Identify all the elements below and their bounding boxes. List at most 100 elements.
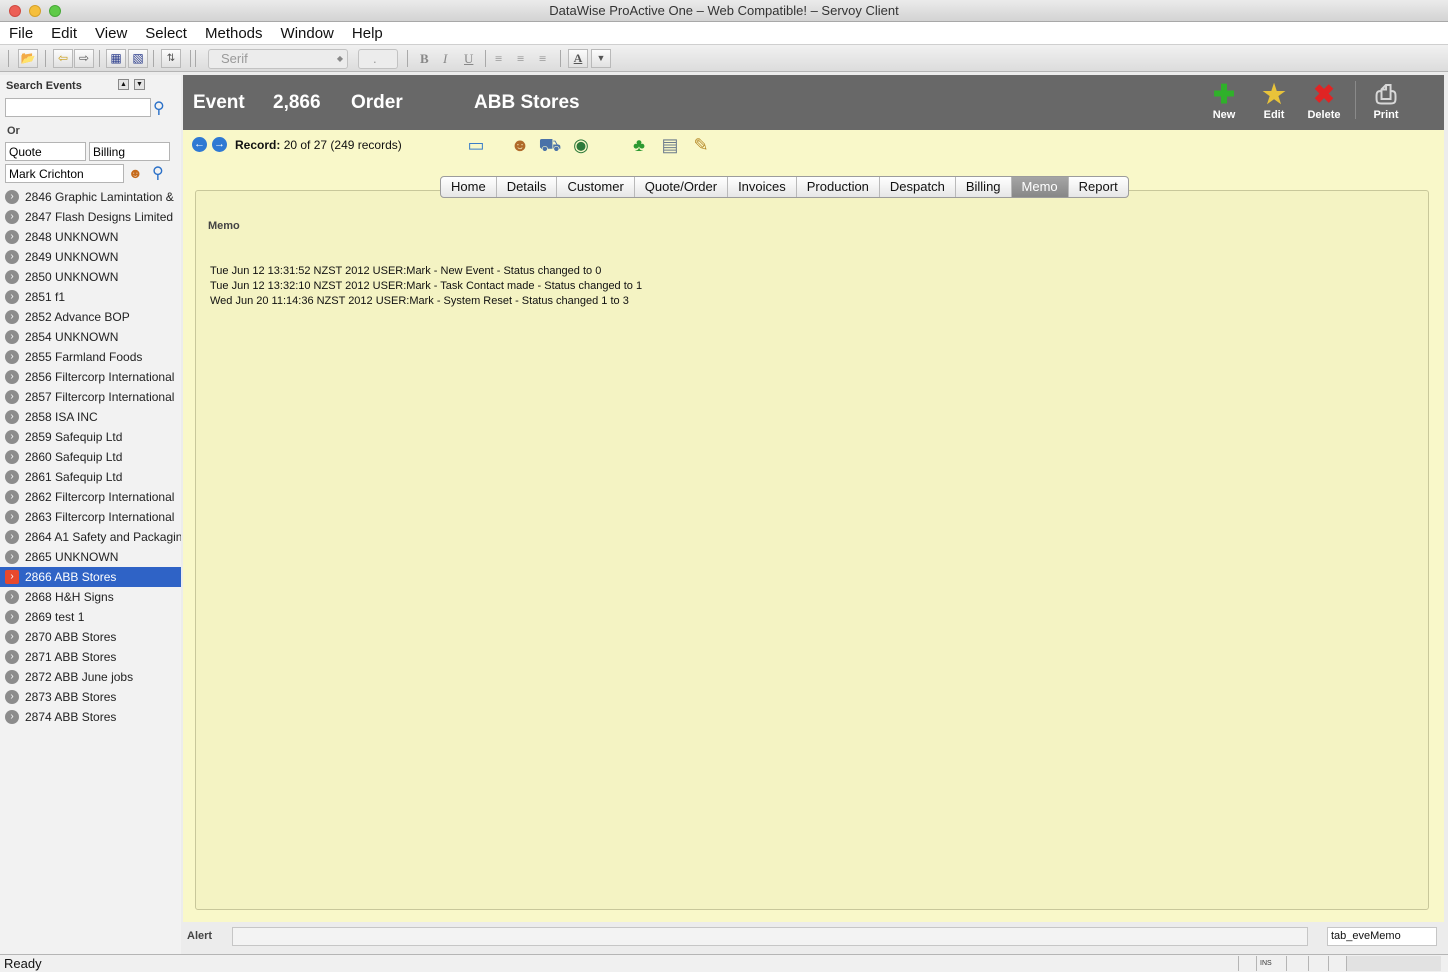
export-icon[interactable]: ▭ bbox=[464, 133, 488, 157]
expand-down-icon[interactable]: ▼ bbox=[134, 79, 145, 90]
menu-window[interactable]: Window bbox=[272, 25, 343, 42]
chevron-right-icon: › bbox=[5, 310, 19, 324]
menu-select[interactable]: Select bbox=[136, 25, 196, 42]
list-item[interactable]: › 2850 UNKNOWN bbox=[0, 267, 181, 287]
search-user-icon[interactable]: ⚲ bbox=[152, 163, 164, 183]
back-arrow-icon[interactable]: ⇦ bbox=[53, 49, 73, 68]
font-family-select[interactable]: Serif ◆ bbox=[208, 49, 348, 69]
invoice-icon[interactable]: ▤ bbox=[658, 133, 682, 157]
open-folder-icon[interactable]: 📂 bbox=[18, 49, 38, 68]
next-record-icon[interactable]: → bbox=[212, 137, 227, 152]
list-item[interactable]: › 2854 UNKNOWN bbox=[0, 327, 181, 347]
menu-help[interactable]: Help bbox=[343, 25, 392, 42]
billing-field[interactable] bbox=[89, 142, 170, 161]
chevron-right-icon: › bbox=[5, 270, 19, 284]
tab-memo[interactable]: Memo bbox=[1011, 177, 1069, 197]
list-item[interactable]: › 2862 Filtercorp International bbox=[0, 487, 181, 507]
align-left-icon[interactable]: ≡ bbox=[495, 49, 502, 69]
list-item[interactable]: › 2849 UNKNOWN bbox=[0, 247, 181, 267]
event-list: › 2846 Graphic Lamintation & › 2847 Flash D… bbox=[0, 187, 181, 727]
tab-invoices[interactable]: Invoices bbox=[728, 177, 797, 197]
list-item[interactable]: › 2870 ABB Stores bbox=[0, 627, 181, 647]
list-item[interactable]: › 2855 Farmland Foods bbox=[0, 347, 181, 367]
list-item[interactable]: › 2868 H&H Signs bbox=[0, 587, 181, 607]
vehicle-icon[interactable]: ⛟ bbox=[538, 133, 562, 157]
sort-icon[interactable]: ⇅ bbox=[161, 49, 181, 68]
chevron-right-icon: › bbox=[5, 710, 19, 724]
list-item[interactable]: › 2848 UNKNOWN bbox=[0, 227, 181, 247]
form-name-field[interactable]: tab_eveMemo bbox=[1327, 927, 1437, 946]
memo-text: Tue Jun 12 13:31:52 NZST 2012 USER:Mark … bbox=[210, 264, 642, 309]
previous-record-icon[interactable]: ← bbox=[192, 137, 207, 152]
contacts-icon[interactable]: ☻ bbox=[508, 133, 532, 157]
chevron-down-icon[interactable]: ▼ bbox=[591, 49, 611, 68]
list-item[interactable]: › 2863 Filtercorp International bbox=[0, 507, 181, 527]
chevron-right-icon: › bbox=[5, 670, 19, 684]
chevron-right-icon: › bbox=[5, 430, 19, 444]
list-item[interactable]: › 2872 ABB June jobs bbox=[0, 667, 181, 687]
font-size-select[interactable]: . bbox=[358, 49, 398, 69]
menu-methods[interactable]: Methods bbox=[196, 25, 272, 42]
quote-field[interactable] bbox=[5, 142, 86, 161]
new-record-icon[interactable]: ▦ bbox=[106, 49, 126, 68]
print-button[interactable]: ⎙ Print bbox=[1363, 79, 1409, 121]
list-item[interactable]: › 2864 A1 Safety and Packaging bbox=[0, 527, 181, 547]
list-item[interactable]: › 2846 Graphic Lamintation & bbox=[0, 187, 181, 207]
list-item[interactable]: › 2874 ABB Stores bbox=[0, 707, 181, 727]
forward-arrow-icon[interactable]: ⇨ bbox=[74, 49, 94, 68]
list-item[interactable]: › 2871 ABB Stores bbox=[0, 647, 181, 667]
menu-view[interactable]: View bbox=[86, 25, 136, 42]
underline-icon[interactable]: U bbox=[464, 49, 473, 69]
chevron-right-icon: › bbox=[5, 330, 19, 344]
edit-button[interactable]: ★ Edit bbox=[1251, 79, 1297, 121]
tab-home[interactable]: Home bbox=[441, 177, 497, 197]
user-field[interactable] bbox=[5, 164, 124, 183]
list-item[interactable]: › 2857 Filtercorp International bbox=[0, 387, 181, 407]
tab-despatch[interactable]: Despatch bbox=[880, 177, 956, 197]
list-item-label: 2865 UNKNOWN bbox=[25, 550, 119, 564]
tab-details[interactable]: Details bbox=[497, 177, 558, 197]
tab-customer[interactable]: Customer bbox=[557, 177, 635, 197]
italic-icon[interactable]: I bbox=[443, 49, 447, 69]
delete-button[interactable]: ✖ Delete bbox=[1301, 79, 1347, 121]
menu-file[interactable]: File bbox=[0, 25, 42, 42]
tab-report[interactable]: Report bbox=[1069, 177, 1128, 197]
close-window-button[interactable] bbox=[9, 5, 21, 17]
window-title-bar: DataWise ProActive One – Web Compatible!… bbox=[0, 0, 1448, 22]
tab-production[interactable]: Production bbox=[797, 177, 880, 197]
list-item[interactable]: › 2859 Safequip Ltd bbox=[0, 427, 181, 447]
chevron-updown-icon: ◆ bbox=[336, 54, 343, 63]
tab-quote-order[interactable]: Quote/Order bbox=[635, 177, 729, 197]
search-input[interactable] bbox=[5, 98, 151, 117]
list-item[interactable]: › 2851 f1 bbox=[0, 287, 181, 307]
bold-icon[interactable]: B bbox=[420, 49, 429, 69]
list-item[interactable]: › 2869 test 1 bbox=[0, 607, 181, 627]
notepad-icon[interactable]: ✎ bbox=[689, 133, 713, 157]
zoom-window-button[interactable] bbox=[49, 5, 61, 17]
list-item[interactable]: › 2861 Safequip Ltd bbox=[0, 467, 181, 487]
minimize-window-button[interactable] bbox=[29, 5, 41, 17]
align-center-icon[interactable]: ≡ bbox=[517, 49, 524, 69]
new-button[interactable]: ✚ New bbox=[1201, 79, 1247, 121]
list-item[interactable]: › 2866 ABB Stores bbox=[0, 567, 181, 587]
chevron-right-icon: › bbox=[5, 210, 19, 224]
list-item[interactable]: › 2858 ISA INC bbox=[0, 407, 181, 427]
list-item[interactable]: › 2860 Safequip Ltd bbox=[0, 447, 181, 467]
list-item[interactable]: › 2847 Flash Designs Limited bbox=[0, 207, 181, 227]
globe-icon[interactable]: ◉ bbox=[569, 133, 593, 157]
list-item[interactable]: › 2865 UNKNOWN bbox=[0, 547, 181, 567]
list-item[interactable]: › 2873 ABB Stores bbox=[0, 687, 181, 707]
list-item[interactable]: › 2852 Advance BOP bbox=[0, 307, 181, 327]
tab-billing[interactable]: Billing bbox=[956, 177, 1012, 197]
menu-edit[interactable]: Edit bbox=[42, 25, 86, 42]
search-icon[interactable]: ⚲ bbox=[153, 98, 165, 118]
text-color-icon[interactable]: A bbox=[568, 49, 588, 68]
users-icon[interactable]: ☻ bbox=[128, 165, 143, 181]
collapse-up-icon[interactable]: ▲ bbox=[118, 79, 129, 90]
clover-icon[interactable]: ♣ bbox=[627, 133, 651, 157]
list-item[interactable]: › 2856 Filtercorp International bbox=[0, 367, 181, 387]
align-right-icon[interactable]: ≡ bbox=[539, 49, 546, 69]
list-item-label: 2854 UNKNOWN bbox=[25, 330, 119, 344]
alert-field[interactable] bbox=[232, 927, 1308, 946]
delete-record-icon[interactable]: ▧ bbox=[128, 49, 148, 68]
